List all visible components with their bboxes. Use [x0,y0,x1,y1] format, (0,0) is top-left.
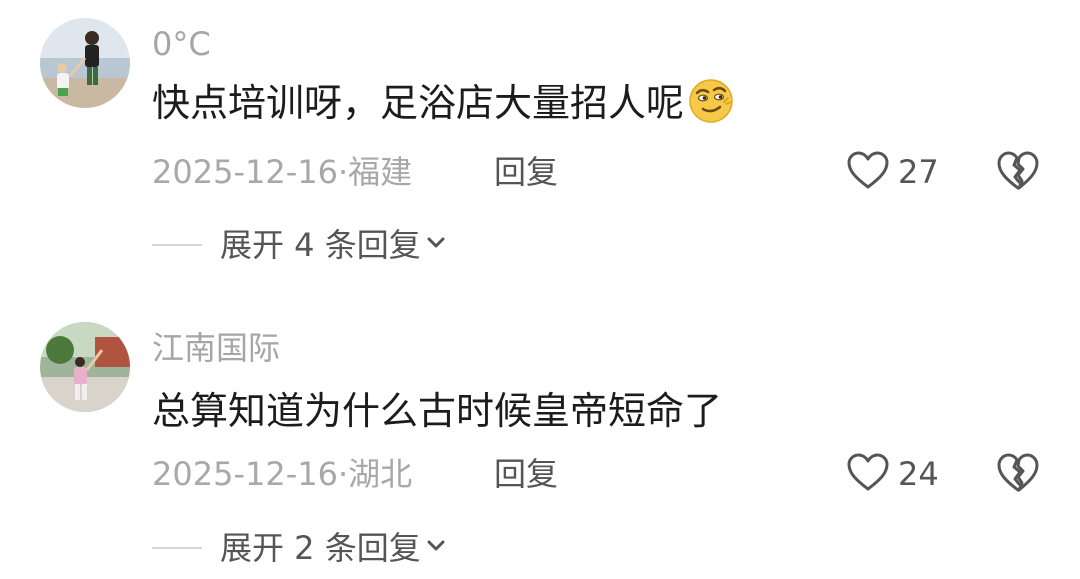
comment-username[interactable]: 江南国际 [152,328,280,368]
smirk-emoji-icon [688,78,734,136]
comment-date: 2025-12-16 [152,153,338,191]
chevron-down-icon [425,235,447,255]
expand-replies-label: 展开 2 条回复 [220,529,421,567]
comment-text-body: 总算知道为什么古时候皇帝短命了 [152,389,723,433]
meta-separator: · [337,153,349,191]
reply-button[interactable]: 回复 [494,152,558,192]
broken-heart-icon [996,453,1040,498]
like-button[interactable]: 24 [846,452,939,496]
expand-replies-button[interactable]: 展开 2 条回复 [152,528,447,568]
like-button[interactable]: 27 [846,150,939,194]
comment-text: 快点培训呀，足浴店大量招人呢 [152,78,734,136]
expand-replies-label: 展开 4 条回复 [220,226,421,264]
comment-text: 总算知道为什么古时候皇帝短命了 [152,386,722,436]
divider-line [152,547,202,549]
comment-location: 福建 [348,153,413,191]
comment-text-body: 快点培训呀，足浴店大量招人呢 [152,81,685,125]
reply-button[interactable]: 回复 [494,454,558,494]
meta-separator: · [337,455,349,493]
dislike-button[interactable] [996,452,1040,496]
comment-meta: 2025-12-16·福建 [152,152,412,192]
comment-location: 湖北 [348,455,413,493]
expand-replies-button[interactable]: 展开 4 条回复 [152,225,447,265]
avatar[interactable] [40,18,130,108]
like-count: 24 [898,455,939,493]
comment-meta: 2025-12-16·湖北 [152,454,412,494]
comment-item: 0°C 快点培训呀，足浴店大量招人呢 2025-12-16·福建 回复 27 展… [0,0,1080,290]
comment-date: 2025-12-16 [152,455,338,493]
chevron-down-icon [425,538,447,558]
heart-outline-icon [846,150,890,194]
dislike-button[interactable] [996,150,1040,194]
comment-username[interactable]: 0°C [152,24,211,64]
broken-heart-icon [996,151,1040,196]
divider-line [152,244,202,246]
avatar[interactable] [40,322,130,412]
heart-outline-icon [846,452,890,496]
like-count: 27 [898,153,939,191]
comment-item: 江南国际 总算知道为什么古时候皇帝短命了 2025-12-16·湖北 回复 24… [0,300,1080,579]
